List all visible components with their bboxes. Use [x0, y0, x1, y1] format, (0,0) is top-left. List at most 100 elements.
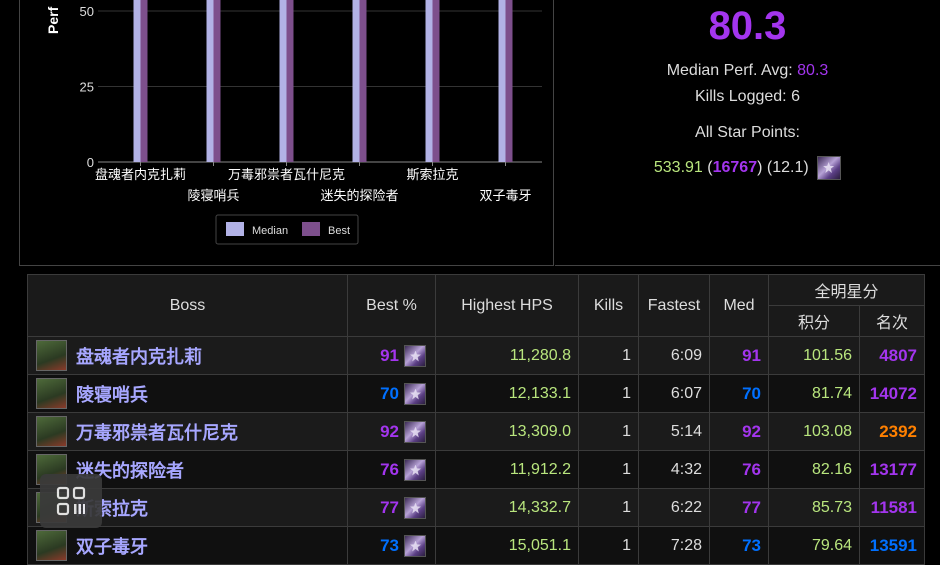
rank-value[interactable]: 14072	[858, 374, 926, 413]
hps-value: 12,133.1	[435, 374, 579, 413]
table-row[interactable]: 盘魂者内克扎莉 91 11,280.8 1 6:09 91 101.56 4807	[27, 336, 926, 375]
col-best[interactable]: Best %	[347, 274, 436, 337]
bar-median	[352, 0, 360, 162]
star-rank-icon	[404, 496, 426, 519]
x-tick-label: 双子毒牙	[479, 189, 531, 204]
bar-best	[432, 0, 440, 162]
best-percent: 92	[380, 421, 399, 441]
best-cell: 91	[347, 336, 436, 375]
bar-best	[140, 0, 148, 162]
x-tick-label: 万毒邪祟者瓦什尼克	[228, 168, 345, 183]
y-tick-label: 50	[80, 4, 94, 19]
boss-avatar	[36, 416, 67, 447]
median-perf-line: Median Perf. Avg: 80.3	[555, 62, 940, 80]
y-tick-label: 0	[87, 155, 94, 170]
kills-line: Kills Logged: 6	[555, 88, 940, 106]
col-hps[interactable]: Highest HPS	[435, 274, 579, 337]
table-row[interactable]: 双子毒牙 73 15,051.1 1 7:28 73 79.64 13591	[27, 526, 926, 565]
star-points-icon	[817, 156, 842, 180]
boss-name-link[interactable]: 双子毒牙	[76, 533, 148, 559]
top-area: 0 25 50 Perf 盘魂者内克扎莉 陵寝哨兵 万毒邪祟者瓦什尼克迷失的探险者 斯索拉克双…	[0, 0, 940, 266]
boss-avatar	[36, 340, 67, 371]
median-label: Median Perf. Avg:	[666, 62, 793, 79]
best-percent: 70	[380, 383, 399, 403]
kills-value: 6	[791, 88, 800, 105]
col-points[interactable]: 积分	[768, 305, 860, 337]
med-value: 92	[709, 412, 769, 451]
fastest-value: 6:09	[638, 336, 710, 375]
x-tick-label: 斯索拉克	[406, 168, 458, 183]
table-row[interactable]: 万毒邪祟者瓦什尼克 92 13,309.0 1 5:14 92 103.08 2392	[27, 412, 926, 451]
rank-value[interactable]: 4807	[858, 336, 926, 375]
best-cell: 73	[347, 526, 436, 565]
points-value: 101.56	[768, 336, 860, 375]
fastest-value: 6:07	[638, 374, 710, 413]
bar-median	[425, 0, 433, 162]
fastest-value: 7:28	[638, 526, 710, 565]
rank-value[interactable]: 13591	[858, 526, 926, 565]
big-score: 80.3	[708, 4, 787, 48]
col-allstar: 全明星分	[767, 274, 926, 306]
hps-value: 11,280.8	[435, 336, 579, 375]
kills-value: 1	[578, 412, 639, 451]
bar-best	[359, 0, 367, 162]
y-tick-label: 25	[80, 80, 94, 95]
best-percent: 77	[380, 497, 399, 517]
star-rank-icon	[404, 420, 426, 443]
hps-value: 14,332.7	[435, 488, 579, 527]
table-row[interactable]: 斯索拉克 77 14,332.7 1 6:22 77 85.73 11581	[27, 488, 926, 527]
points-value: 81.74	[768, 374, 860, 413]
boss-table-body: 盘魂者内克扎莉 91 11,280.8 1 6:09 91 101.56 4807 陵寝哨兵 70…	[27, 336, 926, 565]
bar-median	[206, 0, 214, 162]
x-tick-label: 盘魂者内克扎莉	[95, 167, 186, 183]
best-cell: 77	[347, 488, 436, 527]
qr-code-button[interactable]	[40, 474, 102, 528]
points-value: 79.64	[768, 526, 860, 565]
table-row[interactable]: 迷失的探险者 76 11,912.2 1 4:32 76 82.16 13177	[27, 450, 926, 489]
hps-value: 13,309.0	[435, 412, 579, 451]
med-value: 77	[709, 488, 769, 527]
rank-value[interactable]: 11581	[858, 488, 926, 527]
kills-value: 1	[578, 336, 639, 375]
fastest-value: 6:22	[638, 488, 710, 527]
rank-value[interactable]: 13177	[858, 450, 926, 489]
boss-name-link[interactable]: 盘魂者内克扎莉	[76, 343, 202, 369]
table-row[interactable]: 陵寝哨兵 70 12,133.1 1 6:07 70 81.74 14072	[27, 374, 926, 413]
kills-value: 1	[578, 526, 639, 565]
boss-name-link[interactable]: 万毒邪祟者瓦什尼克	[76, 419, 238, 445]
star-rank-icon	[404, 344, 426, 367]
boss-cell: 双子毒牙	[27, 526, 348, 565]
rank-value[interactable]: 2392	[858, 412, 926, 451]
legend-swatch-best	[302, 222, 320, 236]
hps-value: 11,912.2	[435, 450, 579, 489]
col-med[interactable]: Med	[709, 274, 769, 337]
best-cell: 70	[347, 374, 436, 413]
star-pct-value: (12.1)	[766, 159, 809, 177]
star-rank-icon	[404, 458, 426, 481]
x-tick-label: 陵寝哨兵	[187, 188, 239, 204]
kills-value: 1	[578, 374, 639, 413]
star-rank-icon	[404, 534, 426, 557]
med-value: 91	[709, 336, 769, 375]
points-value: 103.08	[768, 412, 860, 451]
bar-best	[505, 0, 513, 162]
star-label: All Star Points:	[695, 124, 800, 141]
best-percent: 76	[380, 459, 399, 479]
boss-avatar	[36, 530, 67, 561]
best-cell: 92	[347, 412, 436, 451]
boss-avatar	[36, 378, 67, 409]
legend-swatch-median	[226, 222, 244, 236]
bar-median	[133, 0, 141, 162]
boss-cell: 陵寝哨兵	[27, 374, 348, 413]
col-boss[interactable]: Boss	[27, 274, 348, 337]
fastest-value: 5:14	[638, 412, 710, 451]
col-fastest[interactable]: Fastest	[638, 274, 710, 337]
med-value: 76	[709, 450, 769, 489]
performance-chart-panel: 0 25 50 Perf 盘魂者内克扎莉 陵寝哨兵 万毒邪祟者瓦什尼克迷失的探险者 斯索拉克双…	[19, 0, 554, 266]
col-kills[interactable]: Kills	[578, 274, 639, 337]
y-axis-label: Perf	[45, 6, 61, 34]
boss-name-link[interactable]: 陵寝哨兵	[76, 381, 148, 407]
best-cell: 76	[347, 450, 436, 489]
x-tick-label: 迷失的探险者	[320, 188, 398, 204]
col-rank[interactable]: 名次	[858, 305, 926, 337]
